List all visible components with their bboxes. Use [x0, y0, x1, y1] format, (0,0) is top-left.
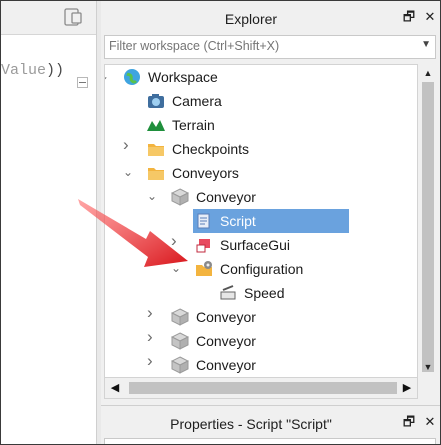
- device-emulator-icon[interactable]: [63, 8, 83, 26]
- folder-icon: [147, 164, 165, 182]
- tree-row[interactable]: › Conveyor: [105, 352, 417, 377]
- fold-toggle[interactable]: [77, 77, 88, 88]
- chevron-down-icon[interactable]: ⌄: [123, 165, 135, 179]
- scroll-up-arrow-icon[interactable]: ▲: [421, 66, 435, 80]
- tree-row[interactable]: Camera: [105, 89, 417, 113]
- tree-row[interactable]: ⌄ Workspace: [105, 65, 417, 89]
- tree-item-label: Conveyor: [196, 309, 256, 325]
- number-value-icon: [219, 284, 237, 302]
- code-token: Value: [1, 62, 47, 79]
- scrollbar-thumb[interactable]: [422, 82, 434, 372]
- tree-item-label: Conveyor: [196, 333, 256, 349]
- camera-icon: [147, 92, 165, 110]
- folder-icon: [147, 140, 165, 158]
- scroll-down-arrow-icon[interactable]: ▼: [421, 360, 435, 374]
- tree-row[interactable]: › Conveyor: [105, 304, 417, 329]
- tree-item-label: Terrain: [172, 117, 215, 133]
- tree-item-label: Conveyor: [196, 357, 256, 373]
- properties-header: Properties - Script "Script" 🗗 ✕: [101, 405, 440, 439]
- tree-row[interactable]: ⌄ Conveyors: [105, 161, 417, 185]
- terrain-icon: [147, 116, 165, 134]
- tree-row[interactable]: › SurfaceGui: [105, 232, 417, 257]
- chevron-down-icon[interactable]: ⌄: [105, 69, 111, 83]
- workspace-globe-icon: [123, 68, 141, 86]
- chevron-down-icon[interactable]: ▼: [421, 39, 431, 50]
- tree-row[interactable]: › Conveyor: [105, 328, 417, 353]
- code-paren: )): [46, 62, 65, 79]
- tree-item-label: Workspace: [148, 69, 218, 85]
- tree-item-label: Conveyors: [172, 165, 239, 181]
- filter-workspace-input[interactable]: [105, 36, 409, 56]
- model-icon: [170, 332, 190, 350]
- close-icon[interactable]: ✕: [423, 10, 437, 24]
- studio-window: Value)) Explorer 🗗 ✕ ▼ ⌄ Workspace Camera T…: [0, 0, 441, 445]
- model-icon: [170, 188, 190, 206]
- tree-row[interactable]: Speed: [105, 281, 417, 305]
- chevron-right-icon[interactable]: ›: [171, 232, 183, 249]
- tree-row[interactable]: Script: [105, 209, 417, 233]
- tree-item-label: Script: [220, 213, 256, 229]
- chevron-right-icon[interactable]: ›: [123, 136, 135, 153]
- tree-item-label: Speed: [244, 285, 285, 301]
- chevron-right-icon[interactable]: ›: [147, 328, 159, 345]
- float-window-icon[interactable]: 🗗: [402, 10, 416, 24]
- explorer-title: Explorer: [224, 11, 278, 27]
- tree-item-label: Conveyor: [196, 189, 256, 205]
- explorer-filter[interactable]: ▼: [104, 35, 436, 59]
- properties-title: Properties - Script "Script": [170, 416, 332, 432]
- script-icon: [195, 212, 213, 230]
- properties-filter[interactable]: [104, 438, 436, 444]
- surfacegui-icon: [195, 236, 213, 254]
- editor-toolbar: [1, 1, 96, 35]
- float-window-icon[interactable]: 🗗: [402, 415, 416, 429]
- horizontal-scrollbar[interactable]: ◀ ▶: [104, 377, 418, 399]
- explorer-tree[interactable]: ⌄ Workspace Camera Terrain › Checkpoints ⌄ Conv…: [104, 64, 418, 378]
- tree-item-label: Camera: [172, 93, 222, 109]
- close-icon[interactable]: ✕: [423, 415, 437, 429]
- tree-row[interactable]: Terrain: [105, 113, 417, 137]
- tree-row[interactable]: ⌄ Configuration: [105, 257, 417, 281]
- chevron-right-icon[interactable]: ›: [147, 304, 159, 321]
- code-area[interactable]: [1, 35, 96, 444]
- chevron-right-icon[interactable]: ›: [147, 352, 159, 369]
- chevron-down-icon[interactable]: ⌄: [171, 261, 183, 275]
- scrollbar-thumb[interactable]: [129, 382, 397, 394]
- tree-row[interactable]: › Checkpoints: [105, 136, 417, 161]
- vertical-scrollbar[interactable]: ▲ ▼: [419, 64, 437, 376]
- script-editor[interactable]: Value)): [1, 1, 96, 444]
- configuration-icon: [195, 260, 213, 278]
- chevron-down-icon[interactable]: ⌄: [147, 189, 159, 203]
- explorer-header: Explorer 🗗 ✕: [101, 1, 440, 34]
- model-icon: [170, 356, 190, 374]
- selection-highlight: [193, 209, 349, 233]
- tree-item-label: SurfaceGui: [220, 237, 291, 253]
- model-icon: [170, 308, 190, 326]
- code-line: Value)): [1, 62, 64, 79]
- scroll-left-arrow-icon[interactable]: ◀: [107, 380, 123, 396]
- scroll-right-arrow-icon[interactable]: ▶: [399, 380, 415, 396]
- tree-item-label: Configuration: [220, 261, 304, 277]
- tree-item-label: Checkpoints: [172, 141, 250, 157]
- explorer-panel: Explorer 🗗 ✕ ▼ ⌄ Workspace Camera Terrain › C…: [101, 1, 440, 444]
- tree-row[interactable]: ⌄ Conveyor: [105, 185, 417, 209]
